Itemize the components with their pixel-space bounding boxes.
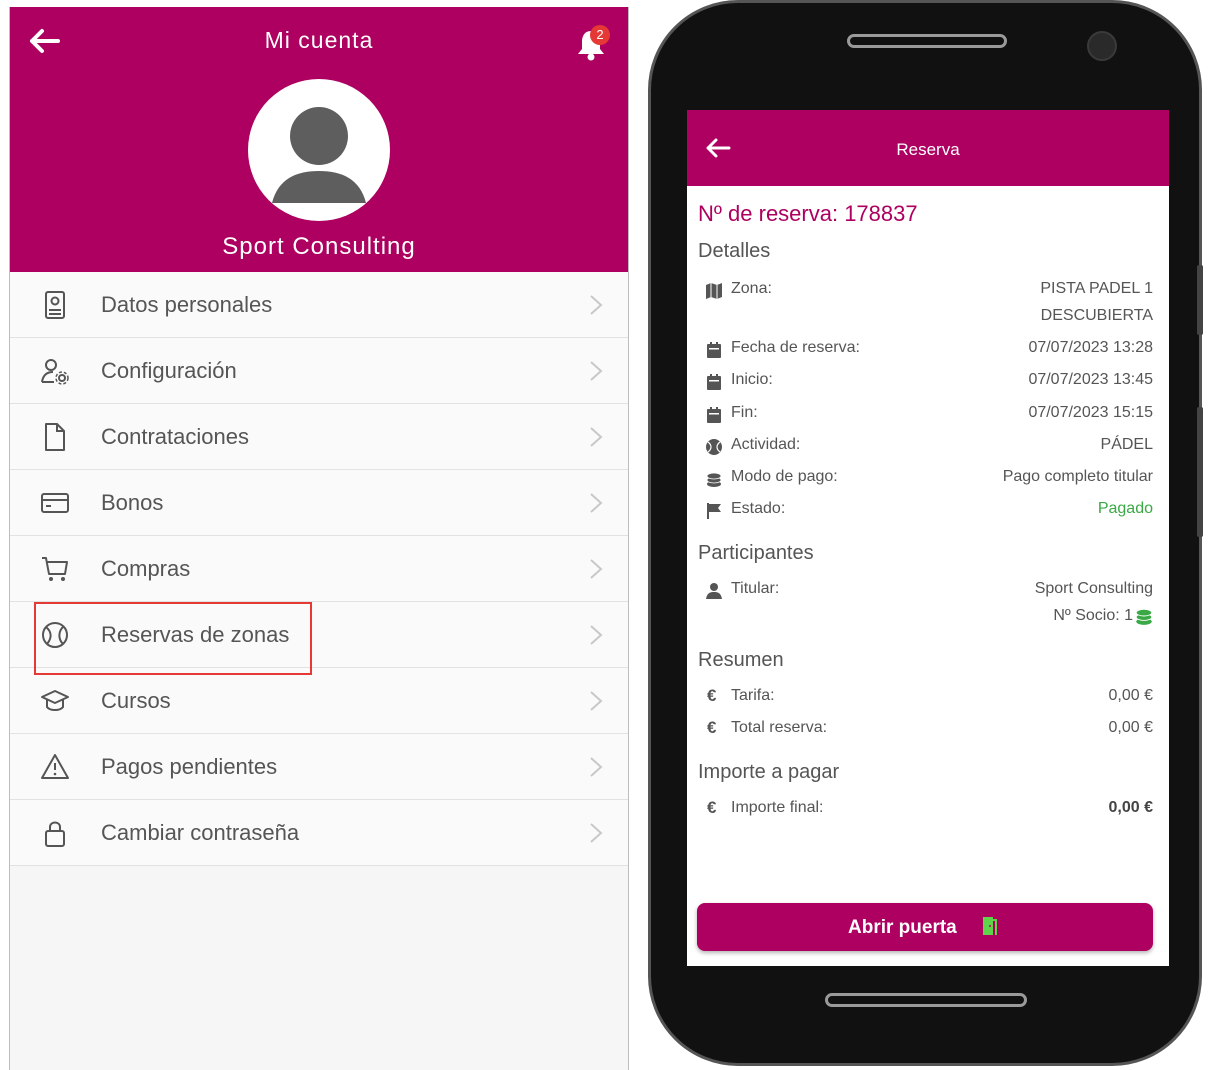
row-titular: Titular: Sport Consulting Nº Socio: 1: [687, 580, 1169, 625]
menu-item-reservas-de-zonas[interactable]: Reservas de zonas: [10, 602, 628, 668]
menu-item-contrataciones[interactable]: Contrataciones: [10, 404, 628, 470]
phone-speaker: [847, 34, 1007, 48]
avatar[interactable]: [248, 79, 390, 221]
menu-item-label: Pagos pendientes: [101, 754, 278, 779]
open-door-button[interactable]: Abrir puerta: [697, 903, 1153, 951]
reservation-header: Reserva: [687, 110, 1169, 186]
account-menu: Datos personales Configuración Contratac…: [10, 272, 628, 866]
row-fecha-reserva: Fecha de reserva: 07/07/2023 13:28: [687, 339, 1169, 365]
notification-badge: 2: [590, 25, 610, 45]
account-panel: Mi cuenta 2 Sport Consulting Datos perso…: [9, 7, 629, 1070]
chevron-right-icon: [590, 361, 603, 381]
menu-item-bonos[interactable]: Bonos: [10, 470, 628, 536]
menu-item-label: Contrataciones: [101, 424, 249, 449]
card-icon: [41, 493, 69, 513]
euro-icon: €: [707, 798, 717, 817]
reservation-title: Reserva: [896, 140, 960, 159]
menu-item-cursos[interactable]: Cursos: [10, 668, 628, 734]
menu-item-pagos-pendientes[interactable]: Pagos pendientes: [10, 734, 628, 800]
chevron-right-icon: [590, 823, 603, 843]
row-modo-pago: Modo de pago: Pago completo titular: [687, 468, 1169, 494]
euro-icon: €: [707, 686, 717, 705]
account-header: Mi cuenta 2 Sport Consulting: [10, 7, 628, 272]
row-estado: Estado: Pagado: [687, 500, 1169, 526]
chevron-right-icon: [590, 493, 603, 513]
chevron-right-icon: [590, 691, 603, 711]
chevron-right-icon: [590, 427, 603, 447]
phone-side-button: [1197, 265, 1203, 335]
section-detalles: Detalles: [698, 240, 771, 262]
section-participantes: Participantes: [698, 542, 814, 564]
row-actividad: Actividad: PÁDEL: [687, 436, 1169, 462]
chevron-right-icon: [590, 757, 603, 777]
user-name: Sport Consulting: [222, 233, 416, 260]
status-badge: Pagado: [1097, 500, 1153, 517]
calendar-icon: [707, 374, 721, 390]
row-inicio: Inicio: 07/07/2023 13:45: [687, 371, 1169, 397]
menu-item-label: Cursos: [101, 688, 171, 713]
lock-icon: [45, 821, 65, 847]
page-title: Mi cuenta: [264, 27, 374, 53]
section-importe: Importe a pagar: [698, 761, 840, 783]
user-icon: [706, 583, 722, 599]
phone-home-bar: [825, 993, 1027, 1007]
user-settings-icon: [41, 359, 69, 385]
menu-item-compras[interactable]: Compras: [10, 536, 628, 602]
menu-item-label: Bonos: [101, 490, 164, 515]
open-door-label: Abrir puerta: [848, 917, 957, 938]
menu-item-label: Compras: [101, 556, 191, 581]
phone-side-button: [1197, 407, 1203, 537]
chevron-right-icon: [590, 559, 603, 579]
row-zona: Zona: PISTA PADEL 1 DESCUBIERTA: [687, 280, 1169, 324]
id-card-icon: [45, 291, 65, 319]
document-icon: [45, 423, 65, 451]
menu-item-configuracion[interactable]: Configuración: [10, 338, 628, 404]
row-total-reserva: € Total reserva: 0,00 €: [707, 718, 1153, 737]
menu-item-cambiar-contrasena[interactable]: Cambiar contraseña: [10, 800, 628, 866]
cart-icon: [42, 557, 68, 581]
ball-icon: [42, 622, 68, 648]
reservation-screen: Reserva Nº de reserva: 178837 Detalles Z…: [687, 110, 1169, 966]
phone-camera: [1087, 31, 1117, 61]
menu-item-datos-personales[interactable]: Datos personales: [10, 272, 628, 338]
row-tarifa: € Tarifa: 0,00 €: [707, 686, 1153, 705]
calendar-icon: [707, 342, 721, 358]
section-resumen: Resumen: [698, 649, 784, 671]
menu-item-label: Configuración: [101, 358, 237, 383]
user-silhouette-icon: [272, 107, 366, 203]
coins-icon: [706, 472, 722, 487]
chevron-right-icon: [590, 625, 603, 645]
ball-icon: [706, 439, 722, 455]
reservation-number: Nº de reserva: 178837: [698, 201, 918, 226]
calendar-icon: [707, 407, 721, 423]
coins-icon: [1135, 608, 1153, 625]
row-importe-final: € Importe final: 0,00 €: [707, 798, 1153, 817]
map-icon: [706, 283, 722, 299]
door-icon: [983, 917, 997, 935]
warning-icon: [41, 754, 69, 779]
chevron-right-icon: [590, 295, 603, 315]
flag-icon: [707, 503, 721, 519]
phone-mockup: Reserva Nº de reserva: 178837 Detalles Z…: [648, 0, 1203, 1066]
euro-icon: €: [707, 718, 717, 737]
menu-item-label: Datos personales: [101, 292, 273, 317]
graduation-cap-icon: [41, 690, 69, 711]
row-fin: Fin: 07/07/2023 15:15: [687, 404, 1169, 430]
menu-item-label: Reservas de zonas: [101, 622, 290, 647]
menu-item-label: Cambiar contraseña: [101, 820, 300, 845]
